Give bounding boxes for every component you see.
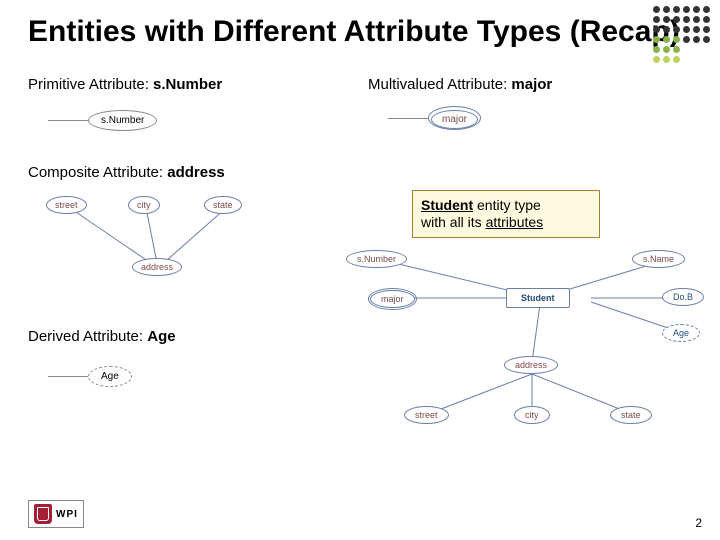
page-number: 2 (695, 516, 702, 530)
street-attr: street (404, 406, 449, 424)
composite-mini-diagram: street city state address (28, 186, 288, 286)
state-attr-label: state (610, 406, 652, 424)
major-double-oval: major (368, 288, 417, 310)
primitive-name: s.Number (153, 76, 222, 93)
student-er-diagram: s.Number s.Name major Student Do.B Age a… (308, 244, 708, 464)
derived-name: Age (147, 328, 175, 345)
logo-text: WPI (56, 509, 78, 520)
multivalued-heading: Multivalued Attribute: major (368, 76, 552, 94)
address-attr-label: address (504, 356, 558, 374)
street-attr-label: street (404, 406, 449, 424)
derived-label: Derived Attribute: (28, 328, 147, 345)
student-callout: Student entity type with all its attribu… (412, 190, 600, 238)
snumber-attr-label: s.Number (346, 250, 407, 268)
city-attr-label: city (514, 406, 550, 424)
state-attr: state (610, 406, 652, 424)
age-attr-label: Age (662, 324, 700, 342)
slide-title: Entities with Different Attribute Types … (28, 14, 692, 50)
derived-heading: Derived Attribute: Age (28, 328, 176, 346)
shield-icon (34, 504, 52, 524)
callout-line2-prefix: with all its (421, 214, 486, 230)
composite-label: Composite Attribute: (28, 164, 167, 181)
major-double-oval: major (428, 106, 481, 130)
primitive-label: Primitive Attribute: (28, 76, 153, 93)
snumber-attr: s.Number (346, 250, 407, 268)
major-attr-label: major (370, 290, 415, 308)
connector-line (48, 120, 88, 121)
callout-line2-emph: attributes (486, 214, 544, 230)
snumber-node: s.Number (88, 110, 157, 131)
callout-line1-rest: entity type (477, 197, 541, 213)
multivalued-label: Multivalued Attribute: (368, 76, 511, 93)
sname-attr-label: s.Name (632, 250, 685, 268)
wpi-logo: WPI (28, 500, 84, 528)
dob-attr-label: Do.B (662, 288, 704, 306)
sname-attr: s.Name (632, 250, 685, 268)
street-node: street (46, 196, 87, 214)
major-attr: major (368, 288, 417, 310)
multivalued-mini-diagram: major (388, 106, 481, 130)
age-attr: Age (662, 324, 700, 342)
decorative-dot-grid (653, 6, 710, 63)
primitive-heading: Primitive Attribute: s.Number (28, 76, 222, 94)
city-node: city (128, 196, 160, 214)
student-entity: Student (506, 288, 570, 308)
derived-mini-diagram: Age (48, 366, 132, 387)
connector-line (48, 376, 88, 377)
state-node: state (204, 196, 242, 214)
student-entity-label: Student (506, 288, 570, 308)
primitive-mini-diagram: s.Number (48, 110, 157, 131)
address-attr: address (504, 356, 558, 374)
composite-name: address (167, 164, 225, 181)
slide-body: Primitive Attribute: s.Number s.Number M… (28, 68, 692, 498)
address-node: address (132, 258, 182, 276)
connector-line (388, 118, 428, 119)
major-node-label: major (431, 110, 478, 129)
city-attr: city (514, 406, 550, 424)
multivalued-name: major (511, 76, 552, 93)
composite-heading: Composite Attribute: address (28, 164, 225, 182)
dob-attr: Do.B (662, 288, 704, 306)
student-connectors (308, 244, 708, 464)
age-node: Age (88, 366, 132, 387)
callout-entity-word: Student (421, 197, 473, 213)
